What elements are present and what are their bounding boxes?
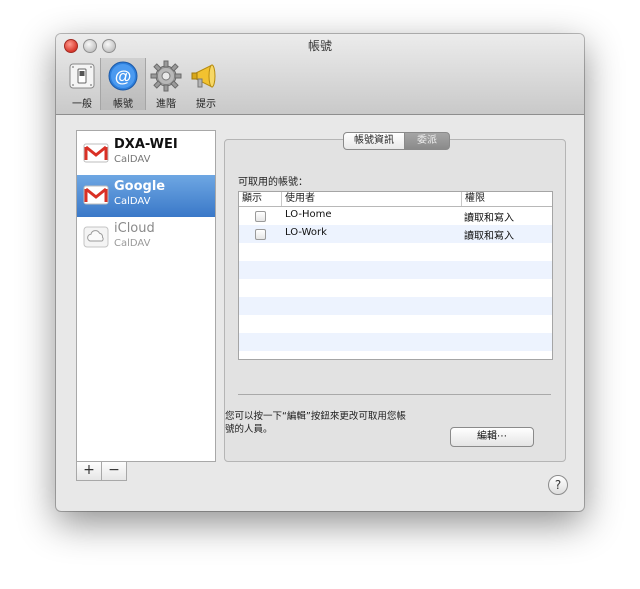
account-item-google[interactable]: Google CalDAV xyxy=(77,175,215,217)
empty-row xyxy=(239,333,552,351)
delegate-accounts-table: 顯示 使用者 權限 LO-Home 讀取和寫入 LO-Work 讀取和寫入 xyxy=(238,191,553,360)
toolbar-accounts-label: 帳號 xyxy=(113,99,133,110)
tab-delegation[interactable]: 委派 xyxy=(404,132,450,150)
empty-row xyxy=(239,279,552,297)
account-type: CalDAV xyxy=(114,154,151,165)
toolbar-general-label: 一般 xyxy=(72,99,92,110)
column-permission[interactable]: 權限 xyxy=(461,192,545,206)
permission-cell: 讀取和寫入 xyxy=(464,231,514,242)
gear-icon xyxy=(150,60,182,92)
show-checkbox[interactable] xyxy=(255,211,266,222)
account-name: DXA-WEI xyxy=(114,137,178,152)
account-name: iCloud xyxy=(114,221,155,236)
toolbar-accounts[interactable]: @ 帳號 xyxy=(100,58,146,110)
hint-line-2: 號的人員。 xyxy=(225,424,273,435)
content-area: DXA-WEI CalDAV Google CalDAV iCloud CalD… xyxy=(56,115,584,511)
svg-text:@: @ xyxy=(115,67,132,86)
empty-row xyxy=(239,315,552,333)
account-type: CalDAV xyxy=(114,196,151,207)
window-title: 帳號 xyxy=(307,39,332,53)
at-sign-icon: @ xyxy=(108,61,138,91)
empty-row xyxy=(239,297,552,315)
show-checkbox[interactable] xyxy=(255,229,266,240)
divider xyxy=(238,394,551,395)
account-detail-panel: 帳號資訊 委派 可取用的帳號： 顯示 使用者 權限 LO-Home 讀取和寫入 … xyxy=(224,132,566,462)
available-accounts-label: 可取用的帳號： xyxy=(238,177,308,188)
toolbar-alerts-label: 提示 xyxy=(196,99,216,110)
preferences-window: 帳號 一般 @ 帳號 進階 提示 DXA-WEI CalDAV Google C… xyxy=(56,34,584,511)
toolbar-general[interactable]: 一般 xyxy=(60,58,104,110)
column-show[interactable]: 顯示 xyxy=(239,192,280,206)
hint-line-1: 您可以按一下“編輯”按鈕來更改可取用您帳 xyxy=(225,411,406,422)
megaphone-icon xyxy=(191,64,216,88)
titlebar: 帳號 一般 @ 帳號 進階 提示 xyxy=(56,34,584,115)
gmail-icon xyxy=(83,185,109,205)
cloud-icon xyxy=(83,226,109,248)
account-type: CalDAV xyxy=(114,238,151,249)
column-user[interactable]: 使用者 xyxy=(281,192,455,206)
account-list-buttons: + − xyxy=(76,461,216,481)
account-item-icloud[interactable]: iCloud CalDAV xyxy=(77,217,215,259)
add-account-button[interactable]: + xyxy=(76,461,102,481)
accounts-list[interactable]: DXA-WEI CalDAV Google CalDAV iCloud CalD… xyxy=(76,130,216,462)
toolbar-alerts[interactable]: 提示 xyxy=(184,58,228,110)
tab-account-info[interactable]: 帳號資訊 xyxy=(343,132,405,150)
gmail-icon xyxy=(83,143,109,163)
user-cell: LO-Work xyxy=(285,227,327,238)
toolbar-advanced[interactable]: 進階 xyxy=(144,58,188,110)
edit-hint-text: 您可以按一下“編輯”按鈕來更改可取用您帳 號的人員。 xyxy=(225,410,450,436)
empty-row xyxy=(239,243,552,261)
switch-icon xyxy=(69,63,95,89)
edit-button[interactable]: 編輯⋯ xyxy=(450,427,534,447)
account-name: Google xyxy=(114,179,166,194)
permission-cell: 讀取和寫入 xyxy=(464,213,514,224)
table-row[interactable]: LO-Work 讀取和寫入 xyxy=(239,225,552,243)
empty-row xyxy=(239,261,552,279)
table-row[interactable]: LO-Home 讀取和寫入 xyxy=(239,207,552,225)
help-button[interactable]: ? xyxy=(548,475,568,495)
remove-account-button[interactable]: − xyxy=(101,461,127,481)
toolbar-advanced-label: 進階 xyxy=(156,99,176,110)
user-cell: LO-Home xyxy=(285,209,332,220)
table-header: 顯示 使用者 權限 xyxy=(239,192,552,207)
account-item-dxa-wei[interactable]: DXA-WEI CalDAV xyxy=(77,133,215,175)
